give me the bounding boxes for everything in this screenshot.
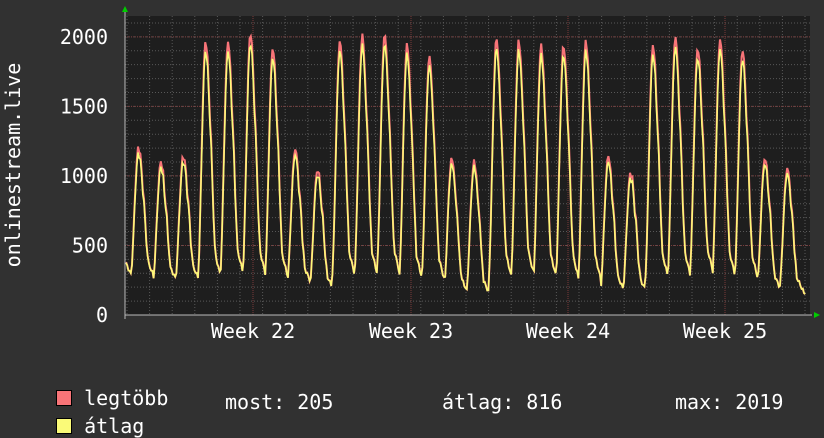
stat-atlag-label: átlag: — [442, 390, 515, 414]
y-axis-title: onlinestream.live — [1, 62, 25, 268]
y-axis-arrow — [122, 6, 128, 12]
stat-atlag: átlag: 816 — [442, 390, 562, 414]
stat-max: max: 2019 — [675, 390, 783, 414]
stat-max-value: 2019 — [735, 390, 784, 414]
legend-item-avg: átlag — [32, 390, 144, 438]
y-tick-label: 500 — [72, 233, 108, 257]
x-tick-label: Week 23 — [369, 319, 453, 343]
x-tick-label: Week 22 — [211, 319, 295, 343]
legend-label-avg: átlag — [84, 414, 145, 438]
stat-most-value: 205 — [297, 390, 334, 414]
y-tick-label: 1000 — [60, 164, 108, 188]
stat-most: most: 205 — [225, 390, 333, 414]
stat-max-label: max: — [675, 390, 724, 414]
stat-atlag-value: 816 — [526, 390, 563, 414]
y-tick-label: 1500 — [60, 94, 108, 118]
x-axis-arrow — [814, 312, 820, 318]
x-tick-label: Week 25 — [683, 319, 767, 343]
x-tick-label: Week 24 — [526, 319, 610, 343]
stat-most-label: most: — [225, 390, 286, 414]
y-tick-label: 0 — [96, 303, 108, 327]
legend-swatch-avg — [56, 418, 73, 434]
y-tick-label: 2000 — [60, 25, 108, 49]
